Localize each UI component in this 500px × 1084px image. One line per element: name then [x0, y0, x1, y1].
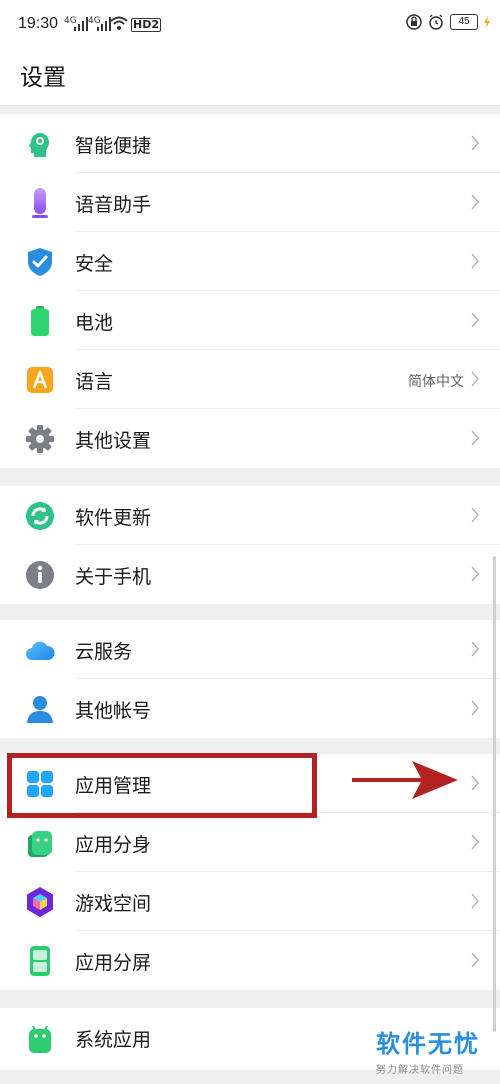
- status-bar: 19:30 4G 4G HD2 45: [0, 0, 500, 50]
- settings-item-label: 系统应用: [75, 1029, 152, 1051]
- microphone-icon: [32, 188, 48, 218]
- status-time: 19:30: [18, 15, 59, 32]
- chevron-right-icon: [471, 312, 479, 328]
- battery-icon: [31, 306, 49, 336]
- chevron-right-icon: [471, 194, 479, 210]
- settings-item-game-space[interactable]: 游戏空间: [0, 872, 500, 931]
- settings-section: 云服务 其他帐号: [0, 620, 500, 738]
- settings-item-label: 安全: [75, 253, 114, 275]
- settings-item-label: 应用分身: [75, 834, 152, 856]
- chevron-right-icon: [471, 430, 479, 446]
- wifi-icon: [110, 16, 128, 30]
- watermark-logo-text: 软件无忧: [376, 1030, 480, 1058]
- person-icon: [27, 696, 53, 723]
- game-cube-icon: [27, 887, 53, 917]
- settings-item-voice-assistant[interactable]: 语音助手: [0, 173, 500, 232]
- settings-item-split-screen[interactable]: 应用分屏: [0, 931, 500, 990]
- lock-rotation-icon: [406, 14, 422, 30]
- android-clone-icon: [28, 831, 52, 857]
- settings-item-label: 关于手机: [75, 566, 152, 588]
- status-right-icons: 45: [406, 14, 490, 30]
- info-icon: [26, 561, 54, 589]
- chevron-right-icon: [471, 834, 479, 850]
- chevron-right-icon: [471, 135, 479, 151]
- chevron-right-icon: [471, 371, 479, 387]
- settings-item-label: 语言: [75, 371, 114, 393]
- annotation-highlight-box: [7, 753, 317, 818]
- settings-section: 软件更新 关于手机: [0, 486, 500, 604]
- language-icon: [27, 367, 53, 393]
- settings-item-label: 应用分屏: [75, 952, 152, 974]
- scrollbar[interactable]: [493, 556, 496, 1032]
- battery-level: 45: [450, 14, 478, 30]
- watermark: 软件无忧 努力解决软件问题: [376, 1024, 496, 1076]
- cloud-icon: [26, 641, 55, 660]
- settings-item-label: 智能便捷: [75, 135, 152, 157]
- update-icon: [26, 502, 54, 530]
- settings-item-battery[interactable]: 电池: [0, 291, 500, 350]
- settings-item-language[interactable]: 语言 简体中文: [0, 350, 500, 409]
- chevron-right-icon: [471, 566, 479, 582]
- settings-item-software-update[interactable]: 软件更新: [0, 486, 500, 545]
- settings-item-cloud-service[interactable]: 云服务: [0, 620, 500, 679]
- settings-section: 智能便捷 语音助手 安全 电池 语言 简体中文 其他设置: [0, 114, 500, 468]
- settings-item-label: 软件更新: [75, 507, 152, 529]
- settings-item-other-settings[interactable]: 其他设置: [0, 409, 500, 468]
- settings-item-security[interactable]: 安全: [0, 232, 500, 291]
- gear-icon: [26, 425, 54, 453]
- alarm-icon: [429, 14, 443, 30]
- settings-item-about-phone[interactable]: 关于手机: [0, 545, 500, 604]
- signal-bars-icon: [74, 17, 88, 31]
- signal-bars-icon: [97, 17, 111, 31]
- settings-item-label: 电池: [75, 312, 114, 334]
- chevron-right-icon: [471, 952, 479, 968]
- hd-badge: HD2: [131, 18, 161, 32]
- language-value: 简体中文: [408, 374, 464, 390]
- chevron-right-icon: [471, 641, 479, 657]
- chevron-right-icon: [471, 507, 479, 523]
- settings-item-label: 其他帐号: [75, 700, 152, 722]
- chevron-right-icon: [471, 700, 479, 716]
- watermark-slogan: 努力解决软件问题: [376, 1065, 464, 1076]
- page-title: 设置: [20, 65, 66, 91]
- settings-item-label: 其他设置: [75, 430, 152, 452]
- chevron-right-icon: [471, 253, 479, 269]
- header: 设置: [0, 50, 500, 106]
- split-screen-icon: [30, 946, 50, 976]
- settings-item-label: 语音助手: [75, 194, 152, 216]
- charging-icon: [484, 16, 490, 28]
- smart-assist-icon: [29, 133, 49, 157]
- settings-item-label: 云服务: [75, 641, 133, 663]
- shield-check-icon: [28, 248, 52, 276]
- settings-item-app-clone[interactable]: 应用分身: [0, 813, 500, 872]
- chevron-right-icon: [471, 775, 479, 791]
- settings-item-smart-assist[interactable]: 智能便捷: [0, 114, 500, 173]
- chevron-right-icon: [471, 893, 479, 909]
- settings-item-other-accounts[interactable]: 其他帐号: [0, 679, 500, 738]
- annotation-arrow-icon: [352, 761, 458, 799]
- android-icon: [29, 1025, 51, 1053]
- settings-item-label: 游戏空间: [75, 893, 152, 915]
- settings-list[interactable]: 智能便捷 语音助手 安全 电池 语言 简体中文 其他设置 软件更新 关于手机 云…: [0, 106, 500, 1084]
